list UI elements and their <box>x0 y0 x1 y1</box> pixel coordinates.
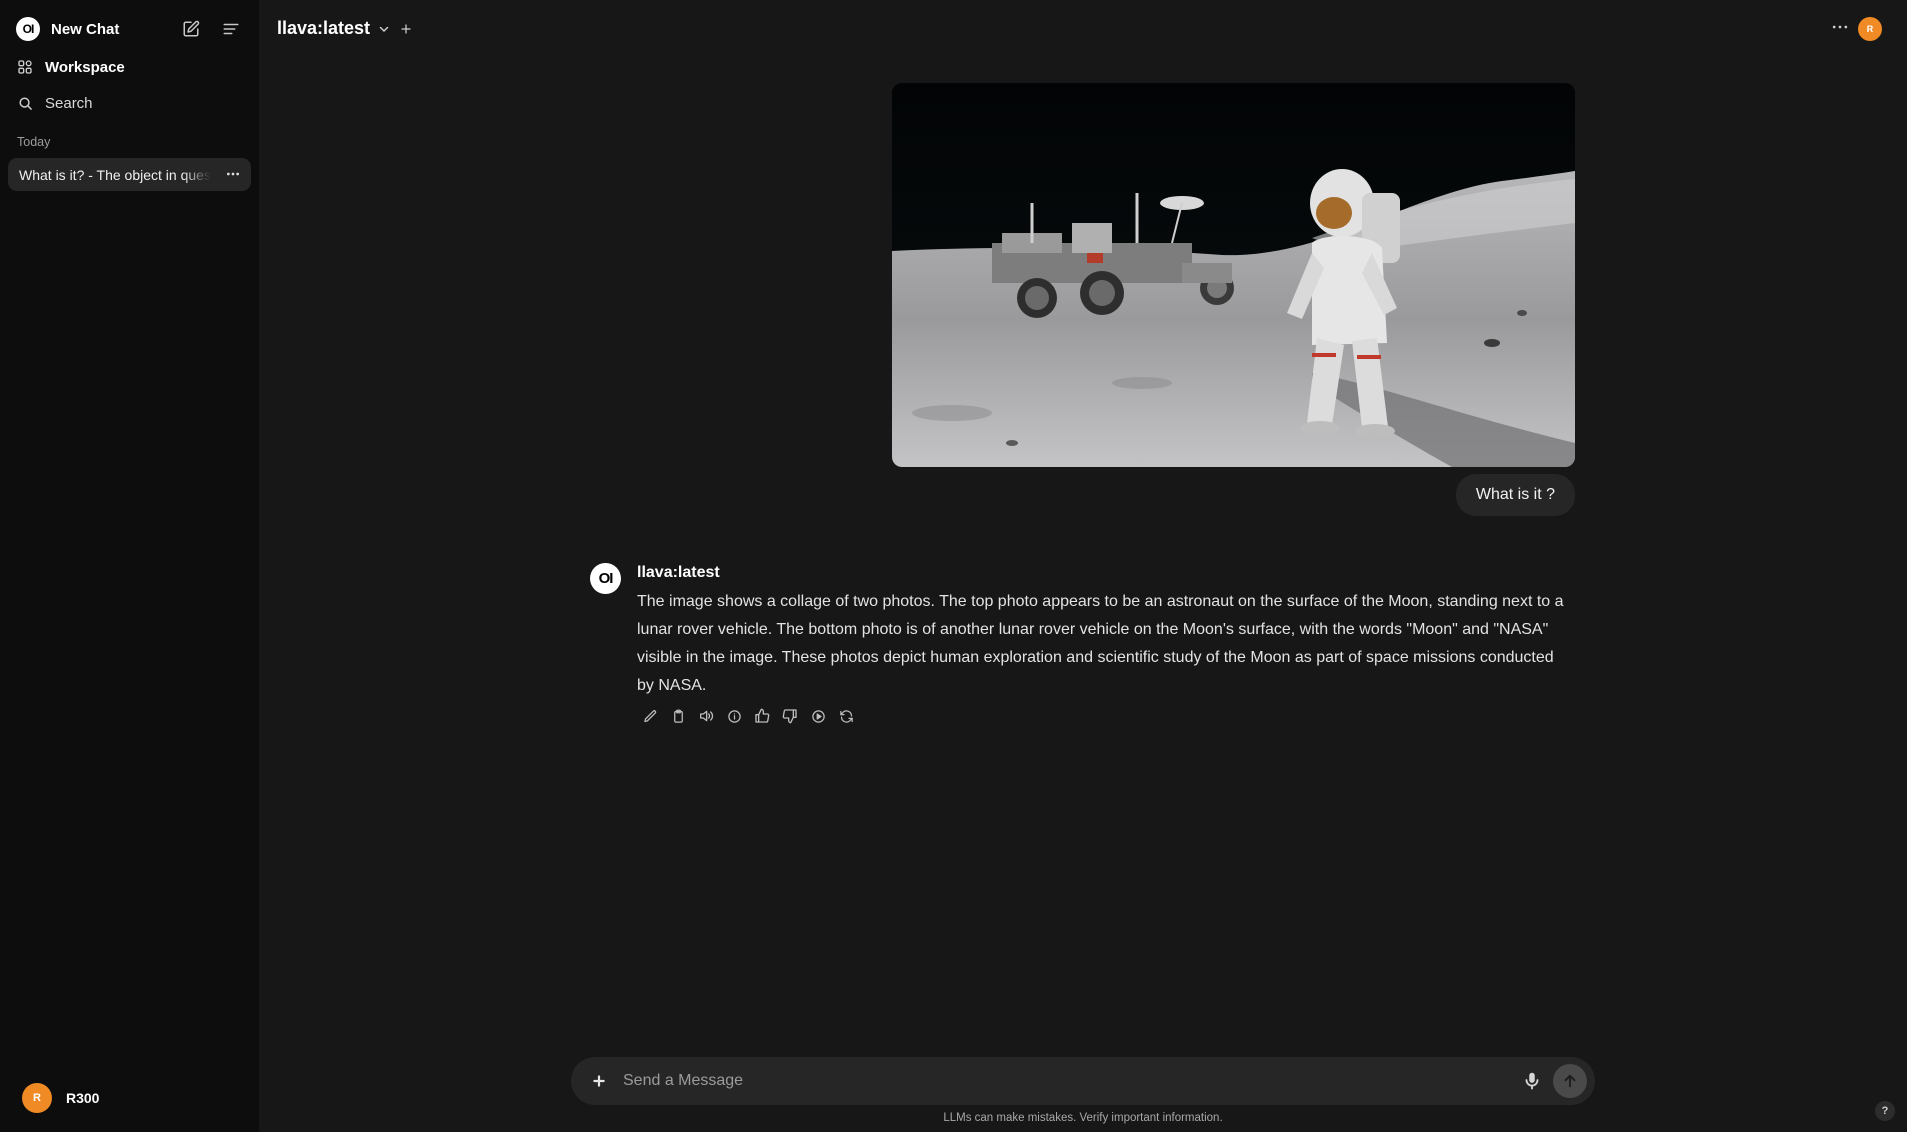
thumbs-down-icon[interactable] <box>780 706 800 726</box>
edit-icon[interactable] <box>640 706 660 726</box>
add-model-icon[interactable] <box>400 23 412 35</box>
avatar[interactable]: R <box>1858 17 1882 41</box>
more-options-icon[interactable] <box>1830 17 1850 37</box>
app-logo[interactable]: OI <box>16 17 40 41</box>
disclaimer-text: LLMs can make mistakes. Verify important… <box>943 1112 1223 1124</box>
sidebar-item-label: Search <box>45 94 93 112</box>
new-chat-icon[interactable] <box>179 17 203 41</box>
plus-icon[interactable] <box>588 1070 610 1092</box>
chevron-down-icon <box>378 23 390 35</box>
more-options-icon[interactable] <box>225 166 241 182</box>
sidebar-toggle-icon[interactable] <box>219 17 243 41</box>
user-menu[interactable]: R R300 <box>22 1083 99 1113</box>
speaker-icon[interactable] <box>696 706 716 726</box>
info-icon[interactable] <box>724 706 744 726</box>
assistant-name: llava:latest <box>637 564 720 581</box>
search-icon <box>16 94 34 112</box>
regenerate-icon[interactable] <box>836 706 856 726</box>
help-button[interactable]: ? <box>1875 1101 1895 1121</box>
play-icon[interactable] <box>808 706 828 726</box>
grid-icon <box>16 58 34 76</box>
assistant-avatar: OI <box>590 563 621 594</box>
arrow-up-icon <box>1564 1074 1576 1088</box>
chat-history-item[interactable]: What is it? - The object in question <box>8 158 251 191</box>
sidebar-item-label: Workspace <box>45 58 125 76</box>
user-name: R300 <box>66 1090 100 1106</box>
uploaded-moon-photo[interactable] <box>892 83 1575 467</box>
message-composer <box>571 1057 1595 1105</box>
message-input[interactable] <box>623 1057 1473 1105</box>
chat-header: llava:latest R <box>259 0 1907 58</box>
user-message-bubble: What is it ? <box>1455 474 1575 516</box>
copy-icon[interactable] <box>668 706 688 726</box>
astronaut-rover-image <box>892 83 1575 467</box>
microphone-icon[interactable] <box>1521 1070 1543 1092</box>
sidebar-item-workspace[interactable]: Workspace <box>16 54 125 80</box>
thumbs-up-icon[interactable] <box>752 706 772 726</box>
section-heading-today: Today <box>17 135 51 149</box>
message-actions <box>640 706 856 726</box>
send-button[interactable] <box>1553 1064 1587 1098</box>
model-selector[interactable]: llava:latest <box>277 18 412 39</box>
new-chat-link[interactable]: New Chat <box>51 21 119 38</box>
assistant-message: The image shows a collage of two photos.… <box>637 593 1564 694</box>
avatar: R <box>22 1083 52 1113</box>
chat-title: What is it? - The object in question <box>19 166 211 183</box>
sidebar-header: OI New Chat <box>16 16 243 42</box>
sidebar-item-search[interactable]: Search <box>16 90 93 116</box>
model-name: llava:latest <box>277 18 371 38</box>
sidebar: OI New Chat Workspace Search Today What … <box>0 0 259 1132</box>
